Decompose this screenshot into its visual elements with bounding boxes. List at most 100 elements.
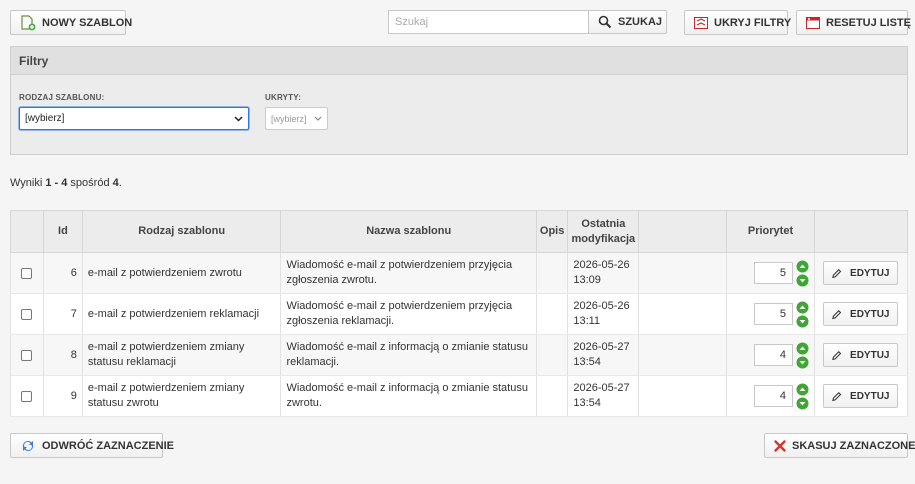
- row-empty: [638, 252, 728, 294]
- pencil-icon: [832, 268, 842, 278]
- header-type[interactable]: Rodzaj szablonu: [81, 210, 282, 253]
- search-input[interactable]: [388, 10, 588, 34]
- table-row: 6 e-mail z potwierdzeniem zwrotu Wiadomo…: [10, 252, 909, 294]
- header-priority[interactable]: Priorytet: [726, 210, 815, 253]
- delete-x-icon: [774, 439, 786, 452]
- row-checkbox[interactable]: [21, 390, 33, 402]
- row-id: 9: [42, 375, 83, 417]
- hidden-select[interactable]: [wybierz]: [265, 107, 328, 130]
- invert-selection-label: ODWRÓĆ ZAZNACZENIE: [42, 439, 174, 452]
- row-checkbox[interactable]: [21, 349, 33, 361]
- row-description: [535, 375, 569, 417]
- invert-selection-button[interactable]: ODWRÓĆ ZAZNACZENIE: [10, 433, 174, 458]
- edit-button[interactable]: EDYTUJ: [823, 261, 899, 285]
- row-type: e-mail z potwierdzeniem zmiany statusu z…: [81, 375, 282, 417]
- invert-selection-icon: [22, 440, 34, 451]
- edit-label: EDYTUJ: [850, 390, 890, 402]
- row-actions: EDYTUJ: [813, 334, 909, 376]
- row-modified: 2026-05-26 13:09: [567, 252, 640, 294]
- template-type-value: [wybierz]: [25, 113, 65, 124]
- row-priority-cell: 4: [726, 375, 815, 417]
- row-id: 6: [42, 252, 83, 294]
- priority-up-icon[interactable]: [796, 342, 809, 355]
- row-description: [535, 252, 569, 294]
- search-icon: [598, 15, 612, 29]
- row-priority-cell: 5: [726, 252, 815, 294]
- row-select-cell: [10, 293, 44, 335]
- table-header-row: Id Rodzaj szablonu Nazwa szablonu Opis O…: [10, 210, 909, 253]
- hide-filters-button[interactable]: UKRYJ FILTRY: [684, 10, 791, 35]
- edit-button[interactable]: EDYTUJ: [823, 343, 899, 367]
- priority-down-icon[interactable]: [796, 274, 809, 287]
- hidden-value: [wybierz]: [271, 113, 307, 124]
- priority-up-icon[interactable]: [796, 301, 809, 314]
- edit-button[interactable]: EDYTUJ: [823, 384, 899, 408]
- edit-label: EDYTUJ: [850, 267, 890, 279]
- priority-down-icon[interactable]: [796, 315, 809, 328]
- priority-down-icon[interactable]: [796, 356, 809, 369]
- row-empty: [638, 293, 728, 335]
- priority-input[interactable]: 4: [753, 344, 793, 366]
- row-type: e-mail z potwierdzeniem zwrotu: [81, 252, 282, 294]
- delete-selected-label: SKASUJ ZAZNACZONE: [792, 439, 915, 452]
- filters-title: Filtry: [11, 47, 907, 75]
- template-type-label: RODZAJ SZABLONU:: [19, 93, 105, 102]
- chevron-down-icon: [234, 115, 243, 122]
- priority-down-icon[interactable]: [796, 397, 809, 410]
- edit-button[interactable]: EDYTUJ: [823, 302, 899, 326]
- pencil-icon: [832, 309, 842, 319]
- templates-table: Id Rodzaj szablonu Nazwa szablonu Opis O…: [10, 210, 909, 417]
- hide-filters-icon: [694, 16, 708, 29]
- filters-panel: Filtry RODZAJ SZABLONU: [wybierz] UKRYTY…: [10, 46, 908, 155]
- new-document-icon: [21, 14, 36, 30]
- delete-selected-button[interactable]: SKASUJ ZAZNACZONE: [764, 433, 915, 458]
- priority-input[interactable]: 5: [753, 303, 793, 325]
- row-name: Wiadomość e-mail z potwierdzeniem przyję…: [280, 293, 537, 335]
- row-type: e-mail z potwierdzeniem zmiany statusu r…: [81, 334, 282, 376]
- row-checkbox[interactable]: [21, 308, 33, 320]
- search-button-label: SZUKAJ: [618, 16, 663, 28]
- edit-label: EDYTUJ: [850, 308, 890, 320]
- row-name: Wiadomość e-mail z informacją o zmianie …: [280, 334, 537, 376]
- header-select: [10, 210, 44, 253]
- search-button[interactable]: SZUKAJ: [588, 10, 667, 34]
- priority-input[interactable]: 5: [753, 262, 793, 284]
- row-name: Wiadomość e-mail z informacją o zmianie …: [280, 375, 537, 417]
- row-empty: [638, 334, 728, 376]
- pencil-icon: [832, 391, 842, 401]
- row-actions: EDYTUJ: [813, 375, 909, 417]
- priority-up-icon[interactable]: [796, 383, 809, 396]
- edit-label: EDYTUJ: [850, 349, 890, 361]
- row-modified: 2026-05-26 13:11: [567, 293, 640, 335]
- row-name: Wiadomość e-mail z potwierdzeniem przyję…: [280, 252, 537, 294]
- row-id: 7: [42, 293, 83, 335]
- chevron-down-icon: [314, 116, 322, 121]
- row-type: e-mail z potwierdzeniem reklamacji: [81, 293, 282, 335]
- header-description[interactable]: Opis: [535, 210, 569, 253]
- row-checkbox[interactable]: [21, 267, 33, 279]
- row-priority-cell: 4: [726, 334, 815, 376]
- new-template-button[interactable]: NOWY SZABLON: [10, 10, 132, 35]
- template-type-select[interactable]: [wybierz]: [19, 107, 249, 130]
- header-id[interactable]: Id: [42, 210, 83, 253]
- row-description: [535, 334, 569, 376]
- row-select-cell: [10, 334, 44, 376]
- hidden-label: UKRYTY:: [265, 93, 302, 102]
- table-row: 7 e-mail z potwierdzeniem reklamacji Wia…: [10, 293, 909, 335]
- reset-list-icon: [806, 16, 820, 29]
- priority-up-icon[interactable]: [796, 260, 809, 273]
- row-id: 8: [42, 334, 83, 376]
- new-template-label: NOWY SZABLON: [42, 16, 133, 29]
- row-select-cell: [10, 252, 44, 294]
- header-actions: [813, 210, 909, 253]
- row-actions: EDYTUJ: [813, 252, 909, 294]
- row-actions: EDYTUJ: [813, 293, 909, 335]
- row-modified: 2026-05-27 13:54: [567, 375, 640, 417]
- row-empty: [638, 375, 728, 417]
- results-range: 1 - 4: [45, 177, 68, 189]
- header-name[interactable]: Nazwa szablonu: [280, 210, 537, 253]
- reset-list-button[interactable]: RESETUJ LISTĘ: [796, 10, 911, 35]
- priority-input[interactable]: 4: [753, 385, 793, 407]
- reset-list-label: RESETUJ LISTĘ: [826, 16, 911, 29]
- header-last-modified[interactable]: Ostatnia modyfikacja: [567, 210, 640, 253]
